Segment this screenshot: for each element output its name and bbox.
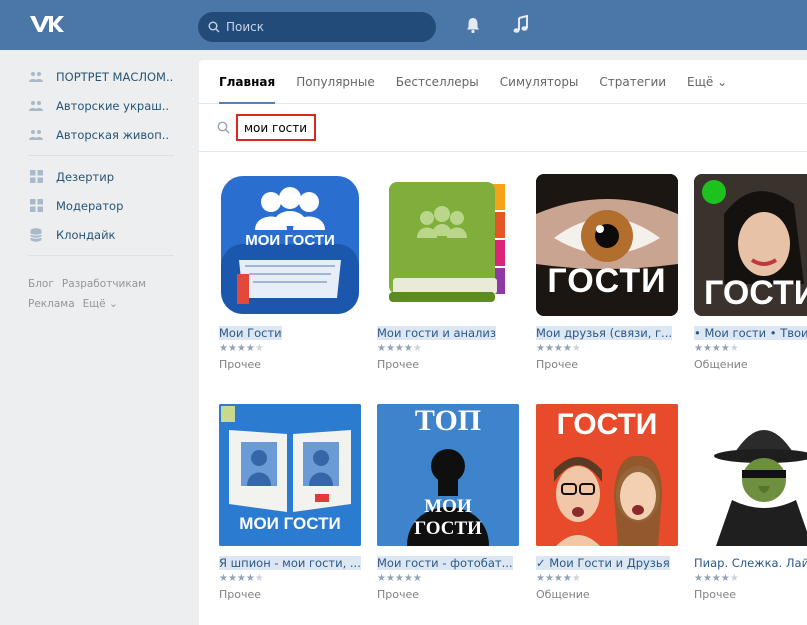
footer-link-more[interactable]: Ещё ⌄ [83, 298, 118, 310]
catalog-tabs: Главная Популярные Бестселлеры Симулятор… [199, 60, 807, 104]
thumbnail-text: ГОСТИ [547, 262, 667, 300]
rating-stars: ★★★★★ [219, 573, 264, 584]
sidebar-item-app-2[interactable]: Модератор [28, 191, 178, 220]
sidebar-item-group-3[interactable]: Авторская живоп.. [28, 120, 178, 149]
app-title[interactable]: Я шпион - мои гости, ... [219, 556, 361, 570]
app-card[interactable]: ГОСТИ Мои друзья (связи, г... ★★★★★ Проч… [536, 174, 686, 371]
tab-more[interactable]: Ещё ⌄ [687, 60, 727, 104]
app-thumbnail[interactable]: ГОСТИ [536, 174, 678, 316]
apps-catalog-panel: Главная Популярные Бестселлеры Симулятор… [199, 60, 807, 625]
sidebar-item-label: Модератор [56, 198, 124, 213]
sidebar-divider [28, 255, 174, 256]
app-card[interactable]: ГОСТИ • Мои гости • Твои... ★★★★★ Общени… [694, 174, 807, 371]
tab-simulators[interactable]: Симуляторы [500, 60, 579, 104]
bell-icon[interactable] [464, 16, 482, 37]
tab-strategies[interactable]: Стратегии [599, 60, 666, 104]
sidebar-item-group-1[interactable]: ПОРТРЕТ МАСЛОМ.. [28, 62, 178, 91]
thumbnail-text: ТОП [414, 404, 482, 437]
app-title[interactable]: Мои гости - фотобат... [377, 556, 519, 570]
sidebar-item-label: ПОРТРЕТ МАСЛОМ.. [56, 69, 174, 84]
sidebar-footer-links: Блог Разработчикам Реклама Ещё ⌄ [28, 274, 178, 314]
thumbnail-text: ГОСТИ [414, 518, 482, 539]
app-card[interactable]: ТОП МОИ ГОСТИ Мои гости - фотобат... ★★★… [377, 404, 527, 601]
left-sidebar: ПОРТРЕТ МАСЛОМ.. Авторские украш.. Автор… [28, 62, 178, 314]
sidebar-item-label: Авторские украш.. [56, 98, 170, 113]
thumbnail-text: ГОСТИ [704, 274, 807, 312]
rating-stars: ★★★★★ [377, 573, 422, 584]
app-category: Прочее [219, 358, 262, 371]
rating-stars: ★★★★★ [377, 343, 422, 354]
search-icon [217, 121, 230, 134]
app-thumbnail[interactable]: ГОСТИ [694, 174, 807, 316]
app-card[interactable]: ГОСТИ ✓ Мои Гости и Друзья ★★★★★ Общение [536, 404, 686, 601]
app-thumbnail[interactable]: ТОП МОИ ГОСТИ [377, 404, 519, 546]
app-category: Прочее [377, 358, 420, 371]
rating-stars: ★★★★★ [694, 343, 739, 354]
sidebar-item-label: Авторская живоп.. [56, 127, 170, 142]
footer-link-ads[interactable]: Реклама [28, 298, 75, 310]
tab-popular[interactable]: Популярные [296, 60, 375, 104]
app-thumbnail[interactable] [377, 174, 519, 316]
database-icon [28, 227, 44, 243]
app-thumbnail[interactable] [694, 404, 807, 546]
sidebar-item-app-3[interactable]: Клондайк [28, 220, 178, 249]
vk-logo[interactable] [28, 13, 64, 37]
app-grid-icon [28, 169, 44, 185]
group-icon [28, 98, 44, 114]
top-bar: Поиск [0, 0, 807, 50]
footer-link-developers[interactable]: Разработчикам [62, 278, 146, 290]
sidebar-item-label: Дезертир [56, 169, 115, 184]
rating-stars: ★★★★★ [694, 573, 739, 584]
footer-link-blog[interactable]: Блог [28, 278, 54, 290]
header-search-input[interactable]: Поиск [198, 12, 436, 42]
app-category: Прочее [219, 588, 262, 601]
app-title[interactable]: Мои Гости [219, 326, 361, 340]
sidebar-item-label: Клондайк [56, 227, 116, 242]
catalog-search-input[interactable]: мои гости [236, 114, 316, 141]
app-title[interactable]: Мои друзья (связи, г... [536, 326, 678, 340]
app-category: Прочее [694, 588, 737, 601]
tab-main[interactable]: Главная [219, 60, 276, 104]
group-icon [28, 127, 44, 143]
sidebar-divider [28, 155, 174, 156]
app-title[interactable]: • Мои гости • Твои... [694, 326, 807, 340]
app-category: Общение [536, 588, 590, 601]
app-thumbnail[interactable]: МОИ ГОСТИ [219, 174, 361, 316]
app-category: Прочее [377, 588, 420, 601]
app-grid-icon [28, 198, 44, 214]
app-thumbnail[interactable]: МОИ ГОСТИ [219, 404, 361, 546]
app-card[interactable]: МОИ ГОСТИ Мои Гости ★★★★★ Прочее [219, 174, 369, 371]
thumbnail-text: ГОСТИ [556, 408, 658, 441]
app-card[interactable]: МОИ ГОСТИ Я шпион - мои гости, ... ★★★★★… [219, 404, 369, 601]
rating-stars: ★★★★★ [536, 573, 581, 584]
catalog-search-row: мои гости [199, 104, 807, 152]
rating-stars: ★★★★★ [219, 343, 264, 354]
thumbnail-text: МОИ [424, 496, 472, 517]
app-title[interactable]: ✓ Мои Гости и Друзья [536, 556, 678, 570]
thumbnail-text: МОИ ГОСТИ [239, 514, 341, 533]
thumbnail-text: МОИ ГОСТИ [245, 232, 335, 249]
app-thumbnail[interactable]: ГОСТИ [536, 404, 678, 546]
rating-stars: ★★★★★ [536, 343, 581, 354]
group-icon [28, 69, 44, 85]
app-title[interactable]: Пиар. Слежка. Лай... [694, 556, 807, 570]
app-category: Общение [694, 358, 748, 371]
sidebar-item-group-2[interactable]: Авторские украш.. [28, 91, 178, 120]
app-category: Прочее [536, 358, 579, 371]
search-icon [208, 21, 220, 33]
header-search-placeholder: Поиск [226, 20, 265, 34]
app-card[interactable]: Пиар. Слежка. Лай... ★★★★★ Прочее [694, 404, 807, 601]
app-title[interactable]: Мои гости и анализ [377, 326, 519, 340]
app-card[interactable]: Мои гости и анализ ★★★★★ Прочее [377, 174, 527, 371]
music-note-icon[interactable] [512, 14, 530, 38]
tab-bestsellers[interactable]: Бестселлеры [396, 60, 479, 104]
sidebar-item-app-1[interactable]: Дезертир [28, 162, 178, 191]
